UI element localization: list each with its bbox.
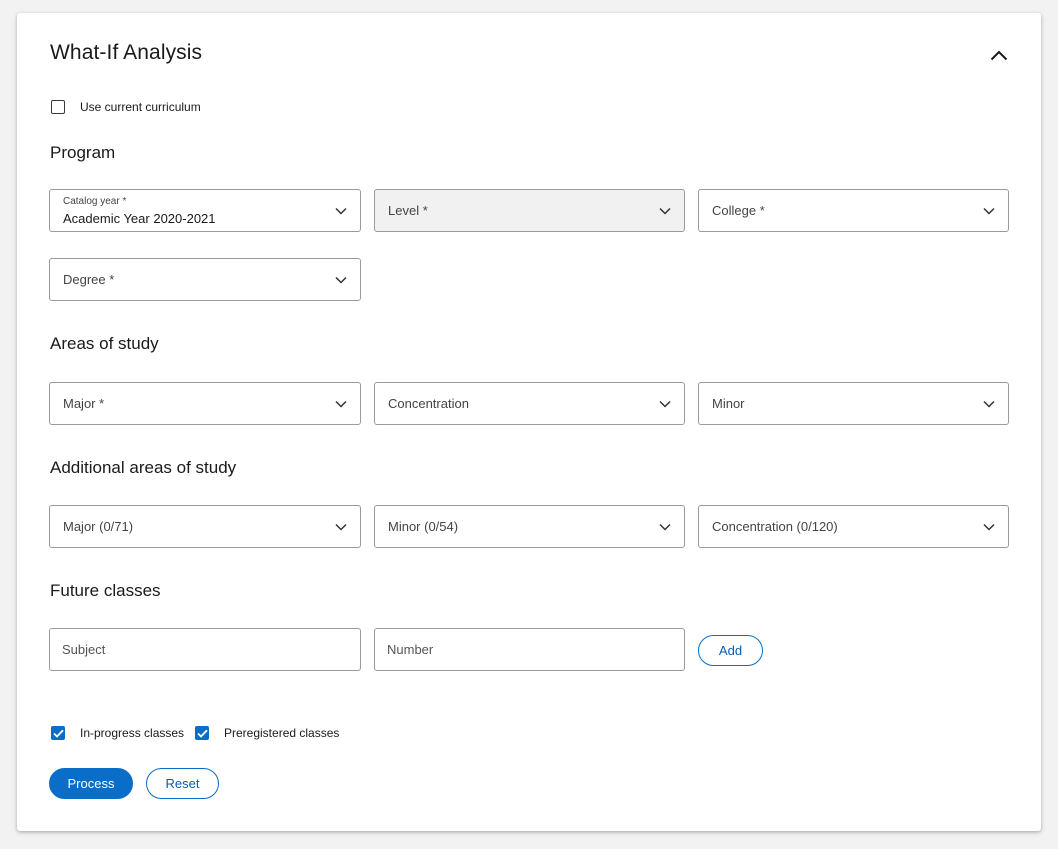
minor-label: Minor: [712, 396, 745, 411]
additional-major-label: Major (0/71): [63, 519, 134, 534]
preregistered-classes-label: Preregistered classes: [224, 726, 340, 740]
reset-button[interactable]: Reset: [146, 768, 219, 799]
degree-label: Degree *: [63, 272, 115, 287]
program-heading: Program: [50, 143, 116, 162]
chevron-down-icon: [983, 523, 995, 531]
additional-major-dropdown[interactable]: Major (0/71): [49, 505, 361, 548]
chevron-down-icon: [659, 523, 671, 531]
use-current-curriculum-row: Use current curriculum: [51, 100, 201, 114]
chevron-down-icon: [335, 276, 347, 284]
additional-areas-heading: Additional areas of study: [50, 458, 237, 477]
process-button[interactable]: Process: [49, 768, 133, 799]
college-label: College *: [712, 203, 765, 218]
areas-of-study-heading: Areas of study: [50, 334, 159, 353]
concentration-label: Concentration: [388, 396, 469, 411]
additional-concentration-dropdown[interactable]: Concentration (0/120): [698, 505, 1009, 548]
collapse-button[interactable]: [987, 43, 1011, 67]
preregistered-classes-row: Preregistered classes: [195, 726, 339, 740]
in-progress-classes-checkbox[interactable]: [51, 726, 65, 740]
minor-dropdown[interactable]: Minor: [698, 382, 1009, 425]
in-progress-classes-row: In-progress classes: [51, 726, 184, 740]
level-dropdown[interactable]: Level *: [374, 189, 685, 232]
subject-input[interactable]: [49, 628, 361, 671]
degree-dropdown[interactable]: Degree *: [49, 258, 361, 301]
chevron-up-icon: [990, 50, 1008, 60]
preregistered-classes-checkbox[interactable]: [195, 726, 209, 740]
major-dropdown[interactable]: Major *: [49, 382, 361, 425]
what-if-analysis-panel: What-If Analysis Use current curriculum …: [17, 13, 1041, 831]
chevron-down-icon: [659, 400, 671, 408]
check-icon: [196, 729, 208, 738]
future-classes-heading: Future classes: [50, 581, 161, 600]
college-dropdown[interactable]: College *: [698, 189, 1009, 232]
catalog-year-value: Academic Year 2020-2021: [63, 211, 216, 226]
concentration-dropdown[interactable]: Concentration: [374, 382, 685, 425]
chevron-down-icon: [659, 207, 671, 215]
catalog-year-dropdown[interactable]: Catalog year * Academic Year 2020-2021: [49, 189, 361, 232]
panel-title: What-If Analysis: [50, 41, 203, 64]
chevron-down-icon: [983, 207, 995, 215]
use-current-curriculum-checkbox[interactable]: [51, 100, 65, 114]
additional-minor-label: Minor (0/54): [388, 519, 459, 534]
in-progress-classes-label: In-progress classes: [80, 726, 185, 740]
additional-minor-dropdown[interactable]: Minor (0/54): [374, 505, 685, 548]
chevron-down-icon: [335, 523, 347, 531]
number-input[interactable]: [374, 628, 685, 671]
major-label: Major *: [63, 396, 105, 411]
catalog-year-label: Catalog year *: [63, 196, 127, 207]
chevron-down-icon: [335, 207, 347, 215]
add-class-button[interactable]: Add: [698, 635, 763, 666]
chevron-down-icon: [335, 400, 347, 408]
level-label: Level *: [388, 203, 428, 218]
chevron-down-icon: [983, 400, 995, 408]
check-icon: [52, 729, 64, 738]
additional-concentration-label: Concentration (0/120): [712, 519, 838, 534]
use-current-curriculum-label: Use current curriculum: [80, 100, 201, 114]
